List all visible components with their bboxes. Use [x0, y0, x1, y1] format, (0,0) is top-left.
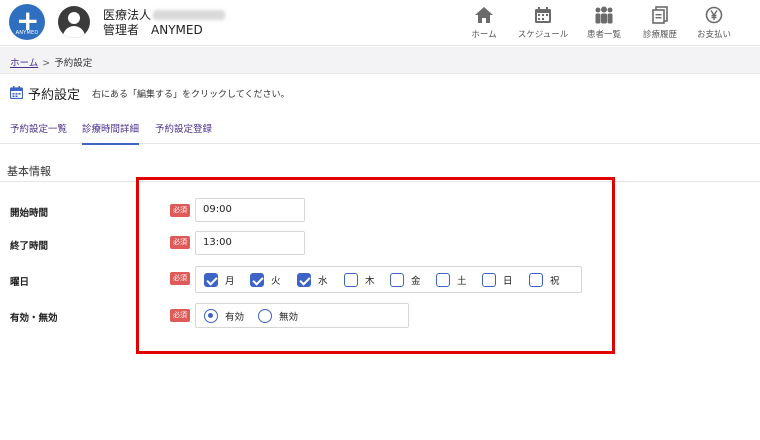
tab-hours-detail[interactable]: 診療時間詳細 — [82, 121, 140, 145]
calendar-icon — [512, 4, 574, 24]
redacted-text — [153, 9, 226, 20]
avatar[interactable] — [58, 6, 90, 38]
page-title-row: 予約設定 右にある「編集する」をクリックしてください。 — [9, 84, 290, 103]
tab-reservation-register[interactable]: 予約設定登録 — [155, 121, 212, 143]
breadcrumb: ホーム > 予約設定 — [10, 55, 92, 69]
nav-payment[interactable]: お支払い — [684, 4, 744, 40]
section-title: 基本情報 — [7, 165, 51, 178]
status-label: 有効・無効 — [10, 313, 58, 324]
weekday-label: 曜日 — [10, 277, 30, 288]
role-label: 管理者 — [103, 23, 140, 37]
tab-bar: 予約設定一覧 診療時間詳細 予約設定登録 — [0, 117, 760, 145]
nav-schedule[interactable]: スケジュール — [512, 4, 574, 40]
anymed-logo[interactable]: + ANYMED — [9, 4, 45, 40]
home-icon — [454, 4, 514, 24]
breadcrumb-separator: > — [42, 58, 51, 69]
highlight-box — [136, 177, 615, 354]
calendar-icon — [9, 84, 24, 103]
app-header: + ANYMED 医療法人 管理者 ANYMED ホーム スケジュール 患者一覧 … — [0, 0, 760, 46]
user-name: ANYMED — [151, 23, 203, 37]
page-title: 予約設定 — [28, 87, 81, 103]
tab-reservation-list[interactable]: 予約設定一覧 — [10, 121, 67, 143]
patients-icon — [574, 4, 634, 24]
breadcrumb-home-link[interactable]: ホーム — [10, 58, 38, 69]
breadcrumb-current: 予約設定 — [54, 58, 93, 69]
history-icon — [630, 4, 690, 24]
end-time-label: 終了時間 — [10, 241, 49, 252]
breadcrumb-bar: ホーム > 予約設定 — [0, 47, 760, 74]
nav-patients[interactable]: 患者一覧 — [574, 4, 634, 40]
user-role: 管理者 ANYMED — [103, 21, 203, 38]
nav-history[interactable]: 診療履歴 — [630, 4, 690, 40]
page-hint: 右にある「編集する」をクリックしてください。 — [92, 89, 290, 100]
yen-icon — [684, 4, 744, 24]
start-time-label: 開始時間 — [10, 208, 49, 219]
nav-home[interactable]: ホーム — [454, 4, 514, 40]
